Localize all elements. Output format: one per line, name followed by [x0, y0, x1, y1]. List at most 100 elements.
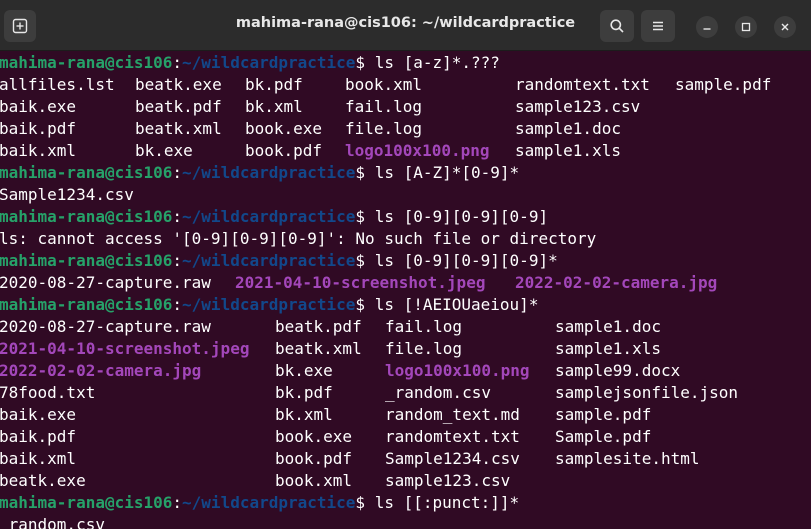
- file-entry: sample1.xls: [555, 339, 661, 358]
- minimize-button[interactable]: [696, 16, 718, 38]
- file-entry: sample.pdf: [555, 405, 652, 424]
- file-entry: book.pdf: [275, 449, 353, 468]
- file-entry: baik.exe: [0, 405, 77, 424]
- command-text: ls [0-9][0-9][0-9]: [374, 207, 549, 226]
- command-text: ls [a-z]*.???: [374, 53, 500, 72]
- file-entry: sample123.csv: [385, 471, 511, 490]
- prompt-colon: :: [172, 251, 183, 270]
- command-text: ls [A-Z]*[0-9]*: [374, 163, 520, 182]
- prompt-path: ~/wildcardpractice: [182, 251, 356, 270]
- file-entry: bk.pdf: [275, 383, 333, 402]
- command-text: ls [!AEIOUaeiou]*: [374, 295, 539, 314]
- prompt-sigil: $: [355, 295, 375, 314]
- file-entry: 2020-08-27-capture.raw: [0, 317, 211, 336]
- file-entry: random_text.md: [385, 405, 520, 424]
- prompt-user-host: mahima-rana@cis106: [0, 207, 173, 226]
- prompt-line: mahima-rana@cis106:~/wildcardpractice$ l…: [0, 206, 548, 228]
- prompt-user-host: mahima-rana@cis106: [0, 53, 173, 72]
- prompt-colon: :: [172, 163, 183, 182]
- prompt-sigil: $: [355, 207, 375, 226]
- prompt-line: mahima-rana@cis106:~/wildcardpractice$ l…: [0, 250, 558, 272]
- file-entry: 2021-04-10-screenshot.jpeg: [0, 339, 250, 358]
- prompt-user-host: mahima-rana@cis106: [0, 163, 173, 182]
- file-entry: _random.csv: [385, 383, 491, 402]
- prompt-user-host: mahima-rana@cis106: [0, 295, 173, 314]
- file-entry: bk.xml: [245, 97, 303, 116]
- prompt-colon: :: [172, 493, 183, 512]
- prompt-colon: :: [172, 207, 183, 226]
- file-entry: bk.xml: [275, 405, 333, 424]
- file-entry: fail.log: [385, 317, 463, 336]
- prompt-path: ~/wildcardpractice: [182, 207, 356, 226]
- prompt-line: mahima-rana@cis106:~/wildcardpractice$ l…: [0, 162, 519, 184]
- file-entry: sample1.doc: [555, 317, 661, 336]
- search-button[interactable]: [600, 10, 634, 42]
- prompt-path: ~/wildcardpractice: [182, 493, 356, 512]
- file-entry: Sample1234.csv: [385, 449, 520, 468]
- file-entry: beatk.exe: [0, 471, 86, 490]
- file-entry: samplesite.html: [555, 449, 700, 468]
- file-entry: sample99.docx: [555, 361, 681, 380]
- file-entry: sample123.csv: [515, 97, 641, 116]
- file-entry: allfiles.lst: [0, 75, 115, 94]
- prompt-line: mahima-rana@cis106:~/wildcardpractice$ l…: [0, 294, 538, 316]
- prompt-colon: :: [172, 53, 183, 72]
- file-entry: bk.exe: [135, 141, 193, 160]
- file-entry: book.xml: [275, 471, 353, 490]
- file-entry: fail.log: [345, 97, 423, 116]
- close-button[interactable]: [774, 16, 796, 38]
- file-entry: beatk.xml: [275, 339, 362, 358]
- file-entry: sample1.xls: [515, 141, 621, 160]
- file-entry: sample.pdf: [675, 75, 772, 94]
- title-bar: mahima-rana@cis106: ~/wildcardpractice: [0, 0, 811, 51]
- prompt-line: mahima-rana@cis106:~/wildcardpractice$ l…: [0, 52, 500, 74]
- file-entry: baik.exe: [0, 97, 77, 116]
- prompt-colon: :: [172, 295, 183, 314]
- file-entry: logo100x100.png: [385, 361, 530, 380]
- error-message: ls: cannot access '[0-9][0-9][0-9]': No …: [0, 229, 597, 248]
- file-entry: 78food.txt: [0, 383, 96, 402]
- prompt-sigil: $: [355, 493, 375, 512]
- file-entry: file.log: [385, 339, 463, 358]
- file-entry: beatk.exe: [135, 75, 222, 94]
- terminal-output[interactable]: mahima-rana@cis106:~/wildcardpractice$ l…: [0, 51, 811, 529]
- file-entry: randomtext.txt: [385, 427, 520, 446]
- file-entry: file.log: [345, 119, 423, 138]
- file-entry: beatk.pdf: [135, 97, 222, 116]
- maximize-button[interactable]: [735, 16, 757, 38]
- maximize-icon: [741, 22, 751, 32]
- prompt-path: ~/wildcardpractice: [182, 163, 356, 182]
- hamburger-menu-icon: [653, 21, 663, 31]
- file-entry: 2022-02-02-camera.jpg: [0, 361, 202, 380]
- file-entry: randomtext.txt: [515, 75, 650, 94]
- menu-button[interactable]: [641, 10, 675, 42]
- file-entry: baik.pdf: [0, 427, 77, 446]
- file-entry: sample1.doc: [515, 119, 621, 138]
- file-entry: book.exe: [245, 119, 323, 138]
- prompt-sigil: $: [355, 163, 375, 182]
- close-icon: [781, 23, 789, 31]
- window-title: mahima-rana@cis106: ~/wildcardpractice: [235, 15, 576, 31]
- file-entry: bk.pdf: [245, 75, 303, 94]
- prompt-line: mahima-rana@cis106:~/wildcardpractice$ l…: [0, 492, 519, 514]
- file-entry: _random.csv: [0, 515, 105, 529]
- file-entry: beatk.pdf: [275, 317, 362, 336]
- file-entry: baik.xml: [0, 141, 77, 160]
- file-entry: beatk.xml: [135, 119, 222, 138]
- command-text: ls [0-9][0-9][0-9]*: [374, 251, 558, 270]
- file-entry: 2021-04-10-screenshot.jpeg: [235, 273, 486, 292]
- prompt-sigil: $: [355, 251, 375, 270]
- file-entry: Sample.pdf: [555, 427, 652, 446]
- search-icon: [610, 19, 624, 33]
- prompt-user-host: mahima-rana@cis106: [0, 251, 173, 270]
- minimize-icon: [703, 28, 711, 30]
- file-entry: book.pdf: [245, 141, 323, 160]
- file-entry: 2022-02-02-camera.jpg: [515, 273, 718, 292]
- prompt-user-host: mahima-rana@cis106: [0, 493, 173, 512]
- file-entry: book.xml: [345, 75, 423, 94]
- file-entry: Sample1234.csv: [0, 185, 134, 204]
- file-entry: 2020-08-27-capture.raw: [0, 273, 211, 292]
- prompt-path: ~/wildcardpractice: [182, 295, 356, 314]
- file-entry: samplejsonfile.json: [555, 383, 739, 402]
- file-entry: book.exe: [275, 427, 353, 446]
